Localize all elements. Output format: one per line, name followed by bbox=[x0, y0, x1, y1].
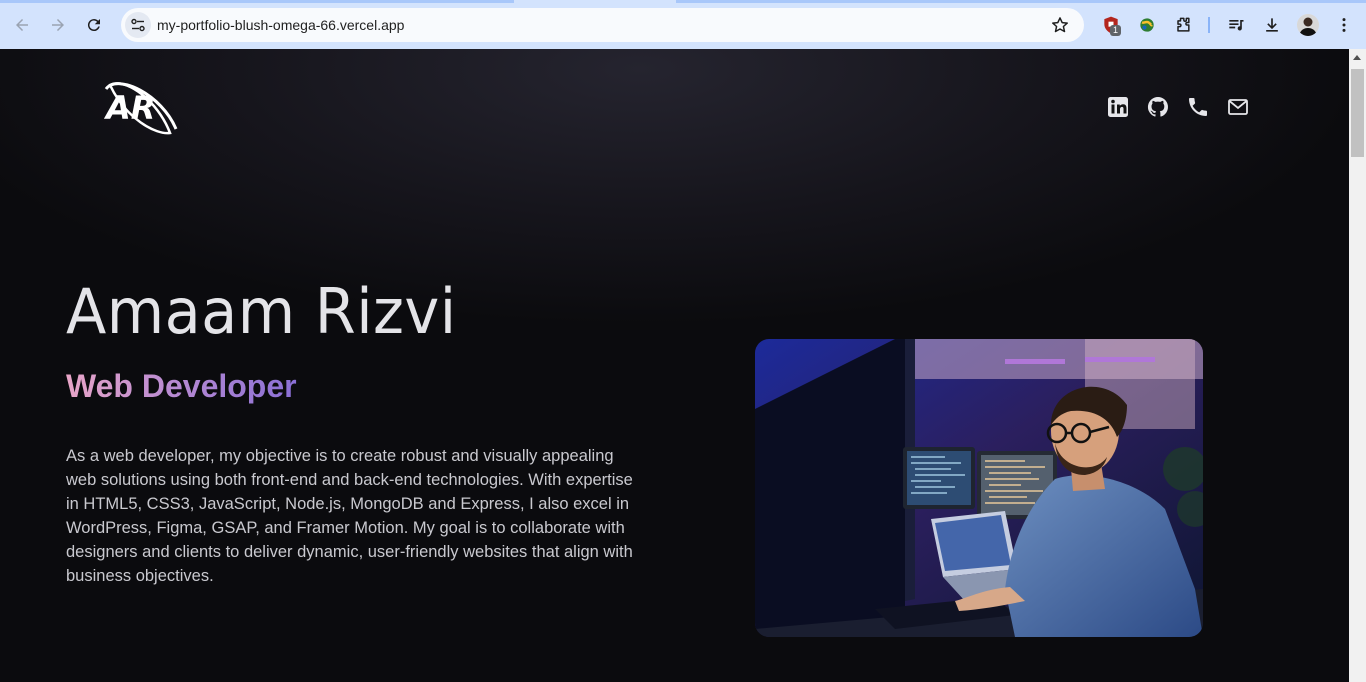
hero-bio: As a web developer, my objective is to c… bbox=[66, 447, 633, 585]
puzzle-extensions-icon bbox=[1177, 17, 1190, 32]
forward-icon bbox=[52, 19, 64, 31]
mail-link[interactable] bbox=[1226, 95, 1250, 119]
url-text[interactable]: my-portfolio-blush-omega-66.vercel.app bbox=[157, 17, 404, 33]
download-icon bbox=[1266, 18, 1278, 32]
ar-logo[interactable]: AR bbox=[96, 73, 180, 139]
reload-icon bbox=[87, 19, 100, 32]
linkedin-icon bbox=[1108, 97, 1128, 117]
developer-photo bbox=[755, 339, 1203, 637]
github-link[interactable] bbox=[1146, 95, 1170, 119]
developer-illustration bbox=[755, 339, 1203, 637]
phone-icon bbox=[1189, 98, 1207, 116]
logo-text: AR bbox=[103, 89, 155, 127]
social-links bbox=[1106, 95, 1250, 119]
tab-strip-edge bbox=[676, 0, 1366, 3]
hero-name: Amaam Rizvi bbox=[66, 275, 457, 348]
site-info-button[interactable] bbox=[125, 12, 151, 38]
github-icon bbox=[1147, 96, 1168, 117]
chrome-menu-button[interactable] bbox=[1332, 13, 1356, 37]
mail-icon bbox=[1228, 99, 1248, 115]
kebab-menu-icon bbox=[1342, 18, 1346, 32]
forward-button[interactable] bbox=[45, 12, 71, 38]
linkedin-link[interactable] bbox=[1106, 95, 1130, 119]
ar-logo-mark: AR bbox=[103, 82, 178, 135]
browser-toolbar: my-portfolio-blush-omega-66.vercel.app 1 bbox=[0, 0, 1366, 49]
profile-avatar[interactable] bbox=[1297, 14, 1319, 36]
media-controls-icon bbox=[1229, 20, 1244, 31]
back-button[interactable] bbox=[9, 12, 35, 38]
extension-badge: 1 bbox=[1110, 25, 1122, 36]
phone-link[interactable] bbox=[1186, 95, 1210, 119]
extensions-button[interactable] bbox=[1171, 13, 1195, 37]
scroll-up-arrow[interactable] bbox=[1353, 55, 1361, 60]
downloads-button[interactable] bbox=[1260, 13, 1284, 37]
media-controls-button[interactable] bbox=[1224, 13, 1248, 37]
portfolio-page: AR Amaam Rizvi Web Developer As a web de… bbox=[0, 49, 1349, 682]
back-icon bbox=[16, 19, 28, 31]
hero-role: Web Developer bbox=[66, 368, 297, 404]
avatar-person-icon bbox=[1297, 14, 1319, 36]
globe-extension-icon bbox=[1140, 18, 1154, 32]
globe-extension-button[interactable] bbox=[1135, 13, 1159, 37]
page-scrollbar[interactable] bbox=[1349, 49, 1366, 682]
bookmark-star-icon[interactable] bbox=[1050, 15, 1070, 35]
toolbar-separator bbox=[1208, 17, 1210, 33]
site-info-icon bbox=[131, 18, 145, 32]
shield-extension-button[interactable]: 1 bbox=[1099, 13, 1123, 37]
address-bar[interactable]: my-portfolio-blush-omega-66.vercel.app bbox=[121, 8, 1084, 42]
reload-button[interactable] bbox=[81, 12, 107, 38]
tab-strip-edge bbox=[0, 0, 514, 3]
scrollbar-thumb[interactable] bbox=[1351, 69, 1364, 157]
